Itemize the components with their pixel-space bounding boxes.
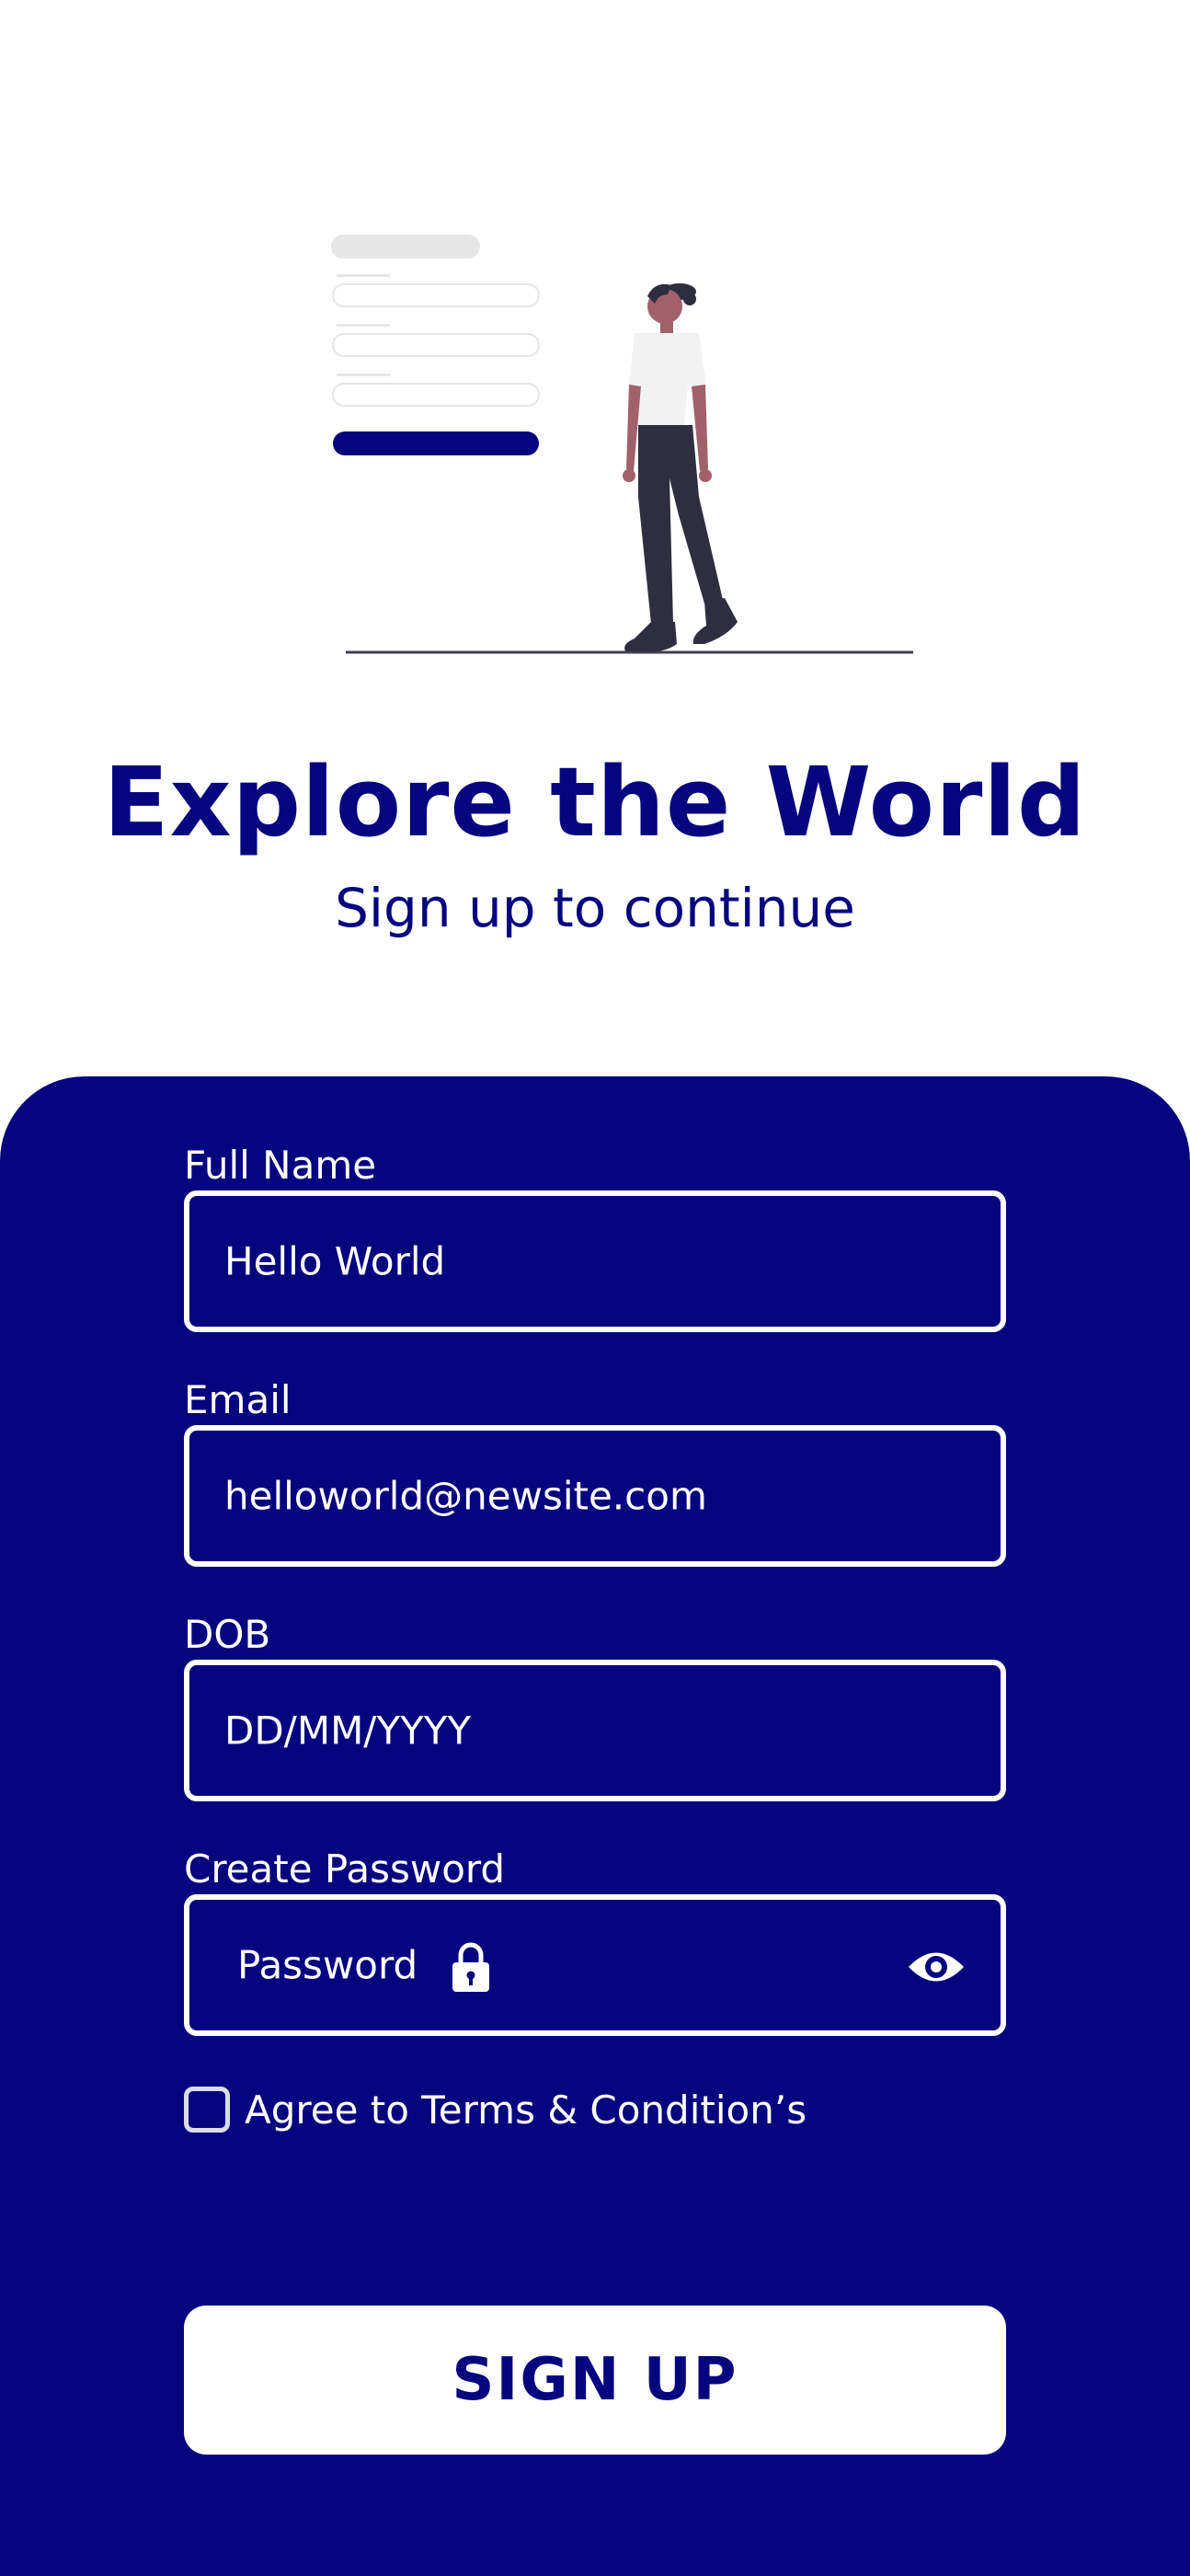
dob-placeholder: DD/MM/YYYY bbox=[224, 1708, 472, 1754]
page-subtitle: Sign up to continue bbox=[335, 877, 855, 939]
eye-icon[interactable] bbox=[907, 1946, 966, 1988]
form-mockup bbox=[331, 235, 540, 455]
email-field[interactable]: helloworld@newsite.com bbox=[184, 1425, 1006, 1567]
email-value: helloworld@newsite.com bbox=[224, 1473, 707, 1519]
email-label: Email bbox=[184, 1377, 292, 1422]
person-figure bbox=[623, 283, 738, 652]
terms-label[interactable]: Agree to Terms & Condition’s bbox=[245, 2091, 807, 2130]
sign-up-button[interactable]: SIGN UP bbox=[184, 2306, 1006, 2455]
lock-icon bbox=[452, 1942, 489, 1992]
password-field[interactable]: Password bbox=[184, 1894, 1006, 2036]
full-name-value: Hello World bbox=[224, 1238, 446, 1284]
dob-field[interactable]: DD/MM/YYYY bbox=[184, 1660, 1006, 1801]
full-name-field[interactable]: Hello World bbox=[184, 1190, 1006, 1332]
page-title: Explore the World bbox=[103, 746, 1087, 858]
terms-checkbox[interactable] bbox=[184, 2087, 230, 2133]
password-placeholder: Password bbox=[237, 1942, 418, 1988]
signup-illustration bbox=[331, 235, 913, 654]
password-label: Create Password bbox=[184, 1846, 506, 1892]
dob-label: DOB bbox=[184, 1612, 271, 1657]
full-name-label: Full Name bbox=[184, 1143, 377, 1188]
